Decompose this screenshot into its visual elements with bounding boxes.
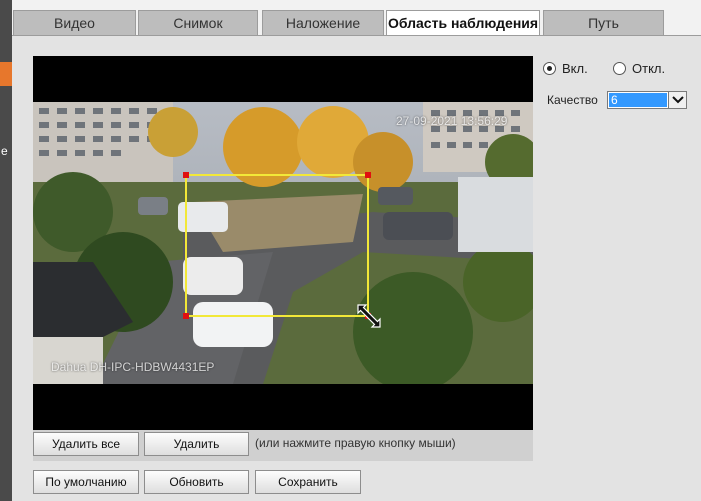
enable-on-option[interactable]: Вкл. — [543, 61, 588, 76]
enable-on-radio[interactable] — [543, 62, 556, 75]
tab-divider — [12, 35, 701, 36]
delete-button[interactable]: Удалить — [144, 432, 249, 456]
refresh-button[interactable]: Обновить — [144, 470, 249, 494]
delete-all-button[interactable]: Удалить все — [33, 432, 139, 456]
tab-surveillance-area[interactable]: Область наблюдения — [386, 10, 540, 36]
tab-path[interactable]: Путь — [543, 10, 664, 36]
quality-value: 6 — [609, 93, 667, 107]
resize-cursor-icon — [357, 304, 381, 328]
enable-on-label: Вкл. — [562, 61, 588, 76]
tab-video[interactable]: Видео — [13, 10, 136, 36]
save-button[interactable]: Сохранить — [255, 470, 361, 494]
roi-handle-top-right[interactable] — [365, 172, 371, 178]
roi-handle-top-left[interactable] — [183, 172, 189, 178]
rail-glyph: е — [1, 144, 8, 158]
quality-label: Качество — [547, 93, 598, 107]
enable-off-radio[interactable] — [613, 62, 626, 75]
video-preview[interactable]: 27-09-2021 13:56:29 Dahua DH-IPC-HDBW443… — [33, 56, 533, 430]
enable-off-label: Откл. — [632, 61, 666, 76]
chevron-down-icon[interactable] — [668, 92, 686, 108]
enable-off-option[interactable]: Откл. — [613, 61, 665, 76]
surveillance-region[interactable] — [183, 172, 371, 319]
roi-handle-bottom-left[interactable] — [183, 313, 189, 319]
quality-select[interactable]: 6 — [607, 91, 687, 109]
tab-bar: Видео Снимок Наложение Область наблюдени… — [12, 10, 701, 36]
tab-snapshot[interactable]: Снимок — [138, 10, 258, 36]
left-rail: е — [0, 0, 12, 501]
right-click-hint: (или нажмите правую кнопку мыши) — [255, 436, 456, 450]
default-button[interactable]: По умолчанию — [33, 470, 139, 494]
menu-accent-tab[interactable] — [0, 62, 12, 86]
video-timestamp: 27-09-2021 13:56:29 — [396, 114, 508, 128]
camera-name-overlay: Dahua DH-IPC-HDBW4431EP — [51, 360, 215, 374]
tab-overlay[interactable]: Наложение — [262, 10, 384, 36]
